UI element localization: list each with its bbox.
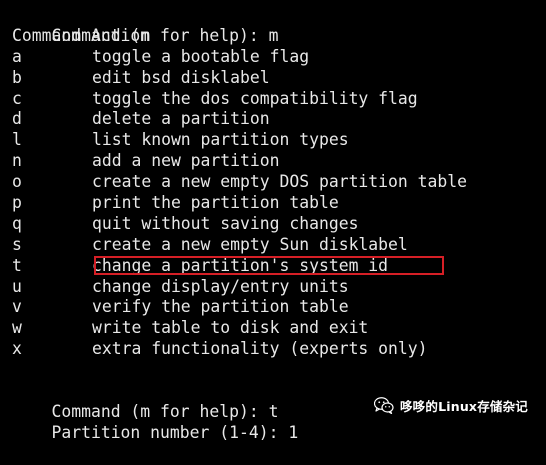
command-action: verify the partition table (92, 297, 349, 317)
command-action: list known partition types (92, 130, 349, 150)
command-key: s (12, 234, 22, 254)
command-action: create a new empty Sun disklabel (92, 234, 408, 254)
command-action: quit without saving changes (92, 213, 359, 233)
command-action: extra functionality (experts only) (92, 339, 428, 359)
terminal-window[interactable]: Command (m for help): m Command Action a… (0, 0, 546, 442)
command-row: b edit bsd disklabel (12, 68, 546, 89)
command-key: q (12, 213, 22, 233)
command-key: o (12, 172, 22, 192)
command-action: edit bsd disklabel (92, 67, 270, 87)
command-row: u change display/entry units (12, 277, 546, 298)
command-key: v (12, 297, 22, 317)
prompt-text: Partition number (1-4): 1 (51, 422, 299, 442)
command-row: l list known partition types (12, 130, 546, 151)
command-key: u (12, 276, 22, 296)
command-row: x extra functionality (experts only) (12, 339, 546, 360)
command-key: t (12, 255, 22, 275)
command-row: p print the partition table (12, 193, 546, 214)
command-key: a (12, 46, 22, 66)
command-action: print the partition table (92, 193, 339, 213)
watermark: 哆哆的Linux存储杂记 (373, 396, 528, 415)
command-key: l (12, 130, 22, 150)
command-header: Command Action (12, 25, 151, 45)
command-key: p (12, 193, 22, 213)
command-action: change a partition's system id (92, 255, 389, 275)
command-action: add a new partition (92, 151, 280, 171)
command-key: c (12, 88, 22, 108)
command-key: x (12, 339, 22, 359)
command-row: s create a new empty Sun disklabel (12, 235, 546, 256)
prompt-line: Command (m for help): m (12, 5, 546, 45)
command-action: toggle a bootable flag (92, 46, 310, 66)
command-action: toggle the dos compatibility flag (92, 88, 418, 108)
command-row: n add a new partition (12, 151, 546, 172)
command-row: w write table to disk and exit (12, 318, 546, 339)
command-action: create a new empty DOS partition table (92, 172, 467, 192)
command-key: b (12, 67, 22, 87)
command-action: change display/entry units (92, 276, 349, 296)
wechat-icon (373, 397, 394, 414)
command-row-highlighted: t change a partition's system id (12, 255, 546, 277)
command-row: v verify the partition table (12, 297, 546, 318)
command-row: a toggle a bootable flag (12, 47, 546, 68)
command-row: c toggle the dos compatibility flag (12, 89, 546, 110)
command-key: w (12, 318, 22, 338)
command-row: d delete a partition (12, 109, 546, 130)
command-action: write table to disk and exit (92, 318, 369, 338)
watermark-text: 哆哆的Linux存储杂记 (399, 399, 528, 414)
command-row: q quit without saving changes (12, 214, 546, 235)
command-row: o create a new empty DOS partition table (12, 172, 546, 193)
command-key: d (12, 109, 22, 129)
command-key: n (12, 151, 22, 171)
command-action: delete a partition (92, 109, 270, 129)
